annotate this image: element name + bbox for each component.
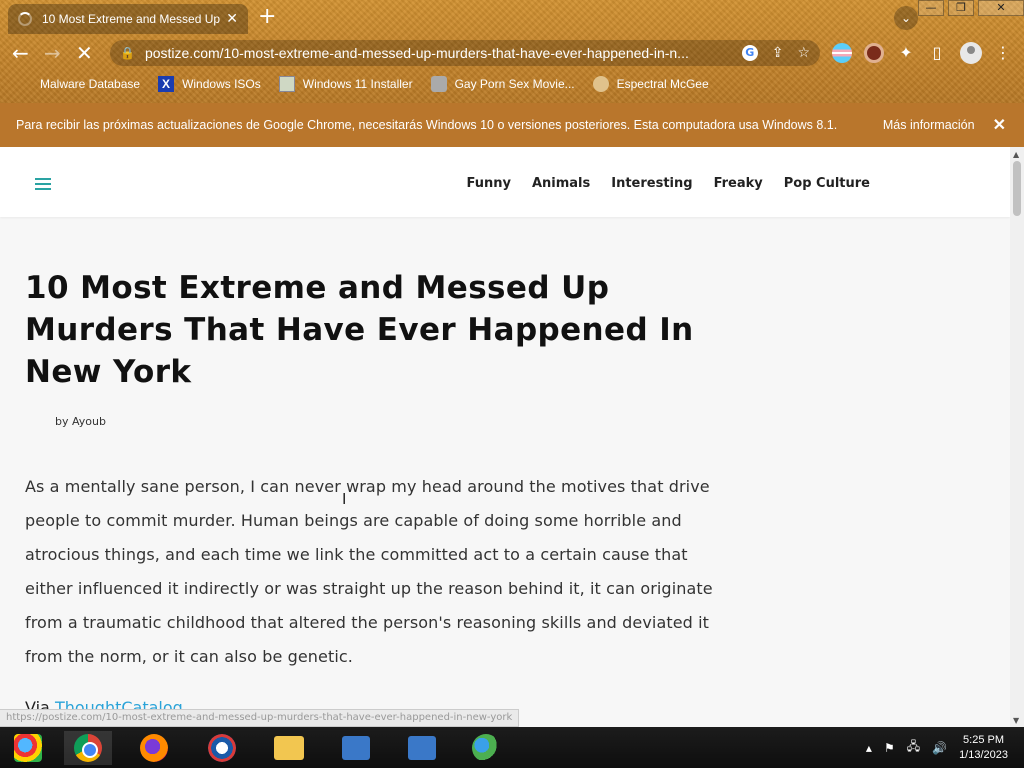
bookmark-movie[interactable]: Gay Porn Sex Movie... bbox=[430, 76, 575, 92]
article-title: 10 Most Extreme and Messed Up Murders Th… bbox=[25, 270, 694, 390]
network-status-icon[interactable]: 🖧 bbox=[907, 737, 920, 758]
blank-page-icon bbox=[16, 76, 32, 92]
side-panel-icon[interactable]: ▯ bbox=[927, 43, 947, 63]
article-byline: by Ayoub bbox=[55, 415, 106, 428]
text-cursor-icon: I bbox=[342, 490, 347, 508]
minimize-button[interactable]: — bbox=[918, 0, 944, 16]
bookmark-label: Gay Porn Sex Movie... bbox=[454, 77, 575, 91]
firefox-icon bbox=[140, 734, 168, 762]
extension-avatar-icon[interactable] bbox=[864, 43, 884, 63]
taskbar-start[interactable] bbox=[4, 731, 52, 765]
new-tab-button[interactable]: + bbox=[258, 6, 276, 28]
bookmark-malware-database[interactable]: Malware Database bbox=[16, 76, 140, 92]
extension-flag-icon[interactable] bbox=[832, 43, 852, 63]
taskbar-network-app-1[interactable] bbox=[332, 731, 380, 765]
lock-icon[interactable]: 🔒 bbox=[120, 46, 135, 60]
infobar-more-info-link[interactable]: Más información bbox=[883, 118, 975, 132]
browser-toolbar: ← → ✕ 🔒 postize.com/10-most-extreme-and-… bbox=[0, 38, 1024, 68]
bookmark-label: Windows ISOs bbox=[182, 77, 261, 91]
face-icon bbox=[592, 76, 609, 92]
forward-arrow-icon[interactable]: → bbox=[44, 40, 61, 66]
web-page: Funny Animals Interesting Freaky Pop Cul… bbox=[0, 147, 1010, 727]
page-scrollbar[interactable]: ▲ ▼ bbox=[1010, 147, 1024, 727]
profile-avatar-icon[interactable] bbox=[960, 42, 982, 64]
back-arrow-icon[interactable]: ← bbox=[12, 40, 29, 66]
url-text[interactable]: postize.com/10-most-extreme-and-messed-u… bbox=[145, 45, 728, 61]
restore-button[interactable]: ❐ bbox=[948, 0, 974, 16]
bookmark-label: Windows 11 Installer bbox=[302, 77, 413, 91]
browser-tab-active[interactable]: 10 Most Extreme and Messed Up ✕ bbox=[8, 4, 248, 34]
nav-freaky[interactable]: Freaky bbox=[714, 176, 763, 191]
bookmark-label: Malware Database bbox=[40, 77, 141, 91]
network-computer-icon bbox=[408, 736, 436, 760]
hamburger-menu-icon[interactable] bbox=[35, 178, 51, 193]
system-tray: ▴ ⚑ 🖧 🔊 5:25 PM 1/13/2023 bbox=[866, 727, 1024, 768]
close-window-button[interactable]: ✕ bbox=[978, 0, 1024, 16]
taskbar-firefox[interactable] bbox=[130, 731, 178, 765]
bookmark-star-icon[interactable]: ☆ bbox=[797, 45, 810, 61]
x-logo-icon: X bbox=[158, 76, 175, 92]
article-body: As a mentally sane person, I can never w… bbox=[25, 477, 713, 666]
image-icon bbox=[278, 76, 295, 92]
site-nav: Funny Animals Interesting Freaky Pop Cul… bbox=[445, 176, 870, 191]
taskbar-app-circle[interactable] bbox=[198, 731, 246, 765]
article: 10 Most Extreme and Messed Up Murders Th… bbox=[25, 267, 715, 717]
chrome-icon bbox=[74, 734, 102, 762]
taskbar-network-app-2[interactable] bbox=[398, 731, 446, 765]
infobar-close-icon[interactable]: ✕ bbox=[993, 115, 1006, 135]
folder-icon bbox=[274, 736, 304, 760]
volume-icon[interactable]: 🔊 bbox=[932, 741, 947, 755]
bookmarks-bar: Malware Database X Windows ISOs Windows … bbox=[0, 73, 1024, 95]
browser-chrome: 10 Most Extreme and Messed Up ✕ + ⌄ — ❐ … bbox=[0, 0, 1024, 103]
stop-loading-icon[interactable]: ✕ bbox=[76, 40, 93, 66]
bookmark-espectral-mcgee[interactable]: Espectral McGee bbox=[592, 76, 709, 92]
bookmark-windows-11-installer[interactable]: Windows 11 Installer bbox=[278, 76, 413, 92]
bookmark-windows-isos[interactable]: X Windows ISOs bbox=[158, 76, 261, 92]
nav-pop-culture[interactable]: Pop Culture bbox=[784, 176, 870, 191]
update-infobar: Para recibir las próximas actualizacione… bbox=[0, 103, 1024, 147]
taskbar-chrome[interactable] bbox=[64, 731, 112, 765]
share-icon[interactable]: ⇪ bbox=[772, 45, 784, 61]
circle-logo-icon bbox=[208, 734, 236, 762]
action-center-flag-icon[interactable]: ⚑ bbox=[884, 741, 895, 755]
start-icon bbox=[14, 734, 42, 762]
google-lens-icon[interactable]: G bbox=[741, 45, 758, 61]
loading-spinner-icon bbox=[18, 12, 32, 26]
cube-icon bbox=[430, 76, 447, 92]
scroll-thumb[interactable] bbox=[1013, 161, 1021, 216]
show-hidden-icons-chevron-icon[interactable]: ▴ bbox=[866, 741, 872, 755]
browser-menu-icon[interactable]: ⋮ bbox=[993, 43, 1013, 63]
tab-title: 10 Most Extreme and Messed Up bbox=[42, 12, 221, 26]
nav-funny[interactable]: Funny bbox=[466, 176, 510, 191]
people-icon bbox=[472, 734, 500, 762]
taskbar-clock[interactable]: 5:25 PM 1/13/2023 bbox=[959, 733, 1008, 763]
nav-animals[interactable]: Animals bbox=[532, 176, 590, 191]
address-bar[interactable]: 🔒 postize.com/10-most-extreme-and-messed… bbox=[110, 40, 820, 66]
extensions-puzzle-icon[interactable]: ✦ bbox=[896, 43, 916, 63]
taskbar-people-app[interactable] bbox=[462, 731, 510, 765]
infobar-message: Para recibir las próximas actualizacione… bbox=[16, 118, 838, 132]
scroll-up-arrow-icon[interactable]: ▲ bbox=[1013, 150, 1019, 159]
window-controls: — ❐ ✕ bbox=[914, 0, 1024, 16]
clock-time: 5:25 PM bbox=[963, 733, 1005, 746]
taskbar-file-explorer[interactable] bbox=[265, 731, 313, 765]
clock-date: 1/13/2023 bbox=[959, 748, 1008, 761]
site-header: Funny Animals Interesting Freaky Pop Cul… bbox=[0, 147, 1010, 217]
windows-taskbar: ▴ ⚑ 🖧 🔊 5:25 PM 1/13/2023 bbox=[0, 727, 1024, 768]
network-computer-icon bbox=[342, 736, 370, 760]
nav-interesting[interactable]: Interesting bbox=[611, 176, 692, 191]
bookmark-label: Espectral McGee bbox=[616, 77, 709, 91]
status-bubble-url: https://postize.com/10-most-extreme-and-… bbox=[0, 709, 520, 727]
scroll-down-arrow-icon[interactable]: ▼ bbox=[1013, 716, 1019, 725]
tab-close-icon[interactable]: ✕ bbox=[226, 11, 238, 27]
